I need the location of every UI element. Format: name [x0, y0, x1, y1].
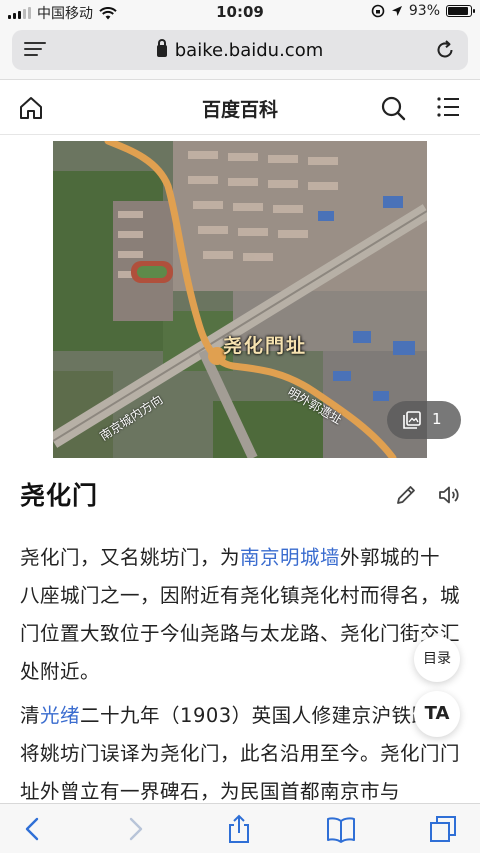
browser-toolbar — [0, 803, 480, 853]
status-bar: 中国移动 10:09 93% — [0, 0, 480, 24]
para2-text-b: 二十九年（1903）英国人修建京沪铁路时将姚坊门误译为尧化门，此名沿用至今。尧化… — [20, 704, 461, 803]
menu-list-icon[interactable] — [436, 96, 460, 118]
edit-icon[interactable] — [395, 484, 417, 506]
status-right: 93% — [371, 3, 475, 19]
toc-button[interactable]: 目录 — [414, 636, 460, 682]
battery-percent: 93% — [408, 3, 440, 19]
ta-button[interactable]: TA — [414, 691, 460, 737]
bookmarks-icon[interactable] — [326, 814, 356, 844]
battery-icon — [446, 5, 475, 17]
gallery-icon — [403, 411, 421, 429]
rotation-lock-icon — [371, 4, 385, 18]
link-nanjing-city-wall[interactable]: 南京明城墙 — [240, 546, 340, 569]
share-icon[interactable] — [224, 814, 254, 844]
tabs-icon[interactable] — [428, 814, 458, 844]
link-guangxu[interactable]: 光绪 — [40, 704, 80, 727]
paragraph-history: 清光绪二十九年（1903）英国人修建京沪铁路时将姚坊门误译为尧化门，此名沿用至今… — [20, 697, 460, 811]
para1-text-a: 尧化门，又名姚坊门，为 — [20, 546, 241, 569]
image-count: 1 — [432, 410, 442, 428]
search-icon[interactable] — [380, 95, 406, 121]
location-icon — [391, 6, 402, 16]
map-label: 尧化門址 — [223, 335, 308, 357]
hero-image[interactable]: 尧化門址 南京城内方向 明外郭遗址 — [53, 141, 427, 458]
paragraph-intro: 尧化门，又名姚坊门，为南京明城墙外郭城的十八座城门之一，因附近有尧化镇尧化村而得… — [20, 539, 460, 691]
address-bar[interactable]: baike.baidu.com — [12, 30, 468, 70]
forward-icon[interactable] — [120, 814, 150, 844]
speaker-icon[interactable] — [437, 483, 461, 507]
image-gallery-button[interactable]: 1 — [387, 401, 461, 439]
url-display[interactable]: baike.baidu.com — [12, 39, 468, 61]
battery-fill — [448, 7, 469, 15]
lock-icon — [156, 39, 167, 57]
back-icon[interactable] — [18, 814, 48, 844]
article-title: 尧化门 — [20, 481, 99, 510]
site-header: 百度百科 — [0, 81, 480, 135]
url-domain: baike.baidu.com — [174, 40, 324, 61]
reload-icon[interactable] — [434, 39, 456, 61]
site-title[interactable]: 百度百科 — [0, 95, 480, 122]
para2-text-a: 清 — [20, 704, 41, 727]
browser-bar: baike.baidu.com — [0, 24, 480, 80]
satellite-map — [53, 141, 427, 458]
